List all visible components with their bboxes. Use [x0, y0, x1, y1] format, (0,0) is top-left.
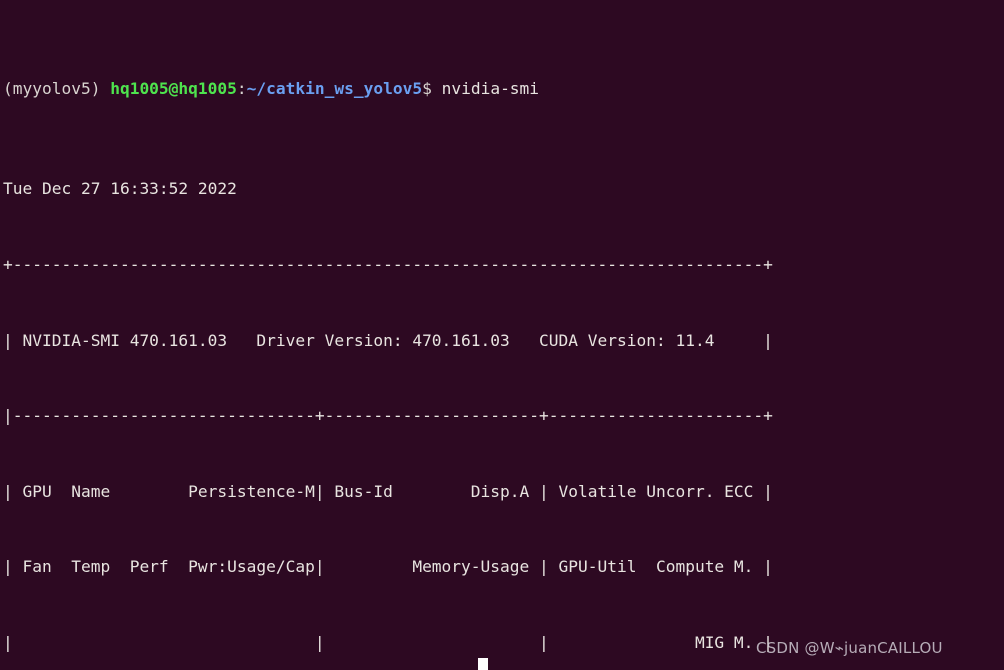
- prompt-dollar: $: [422, 78, 432, 98]
- gpu-table-divider-1: |-------------------------------+-------…: [3, 406, 773, 426]
- prompt-user-host: hq1005@hq1005: [110, 78, 237, 98]
- gpu-header-row-1: | GPU Name Persistence-M| Bus-Id Disp.A …: [3, 481, 773, 501]
- gpu-header-row-3: | | | MIG M. |: [3, 632, 773, 652]
- prompt-colon: :: [236, 78, 247, 98]
- terminal-window[interactable]: (myyolov5) hq1005@hq1005:~/catkin_ws_yol…: [0, 0, 1004, 670]
- gpu-header-row-2: | Fan Temp Perf Pwr:Usage/Cap| Memory-Us…: [3, 557, 773, 577]
- text-cursor: [478, 658, 488, 670]
- prompt-line: (myyolov5) hq1005@hq1005:~/catkin_ws_yol…: [3, 76, 773, 101]
- typed-command: nvidia-smi: [431, 78, 540, 98]
- gpu-table-top-border: +---------------------------------------…: [3, 255, 773, 274]
- prompt-venv: (myyolov5): [3, 78, 111, 98]
- output-timestamp: Tue Dec 27 16:33:52 2022: [3, 179, 237, 199]
- terminal-screen: (myyolov5) hq1005@hq1005:~/catkin_ws_yol…: [3, 0, 773, 670]
- csdn-watermark: CSDN @W⌁juanCAILLOU: [756, 639, 943, 657]
- prompt-path: ~/catkin_ws_yolov5: [246, 78, 423, 98]
- smi-version-line: | NVIDIA-SMI 470.161.03 Driver Version: …: [3, 330, 773, 350]
